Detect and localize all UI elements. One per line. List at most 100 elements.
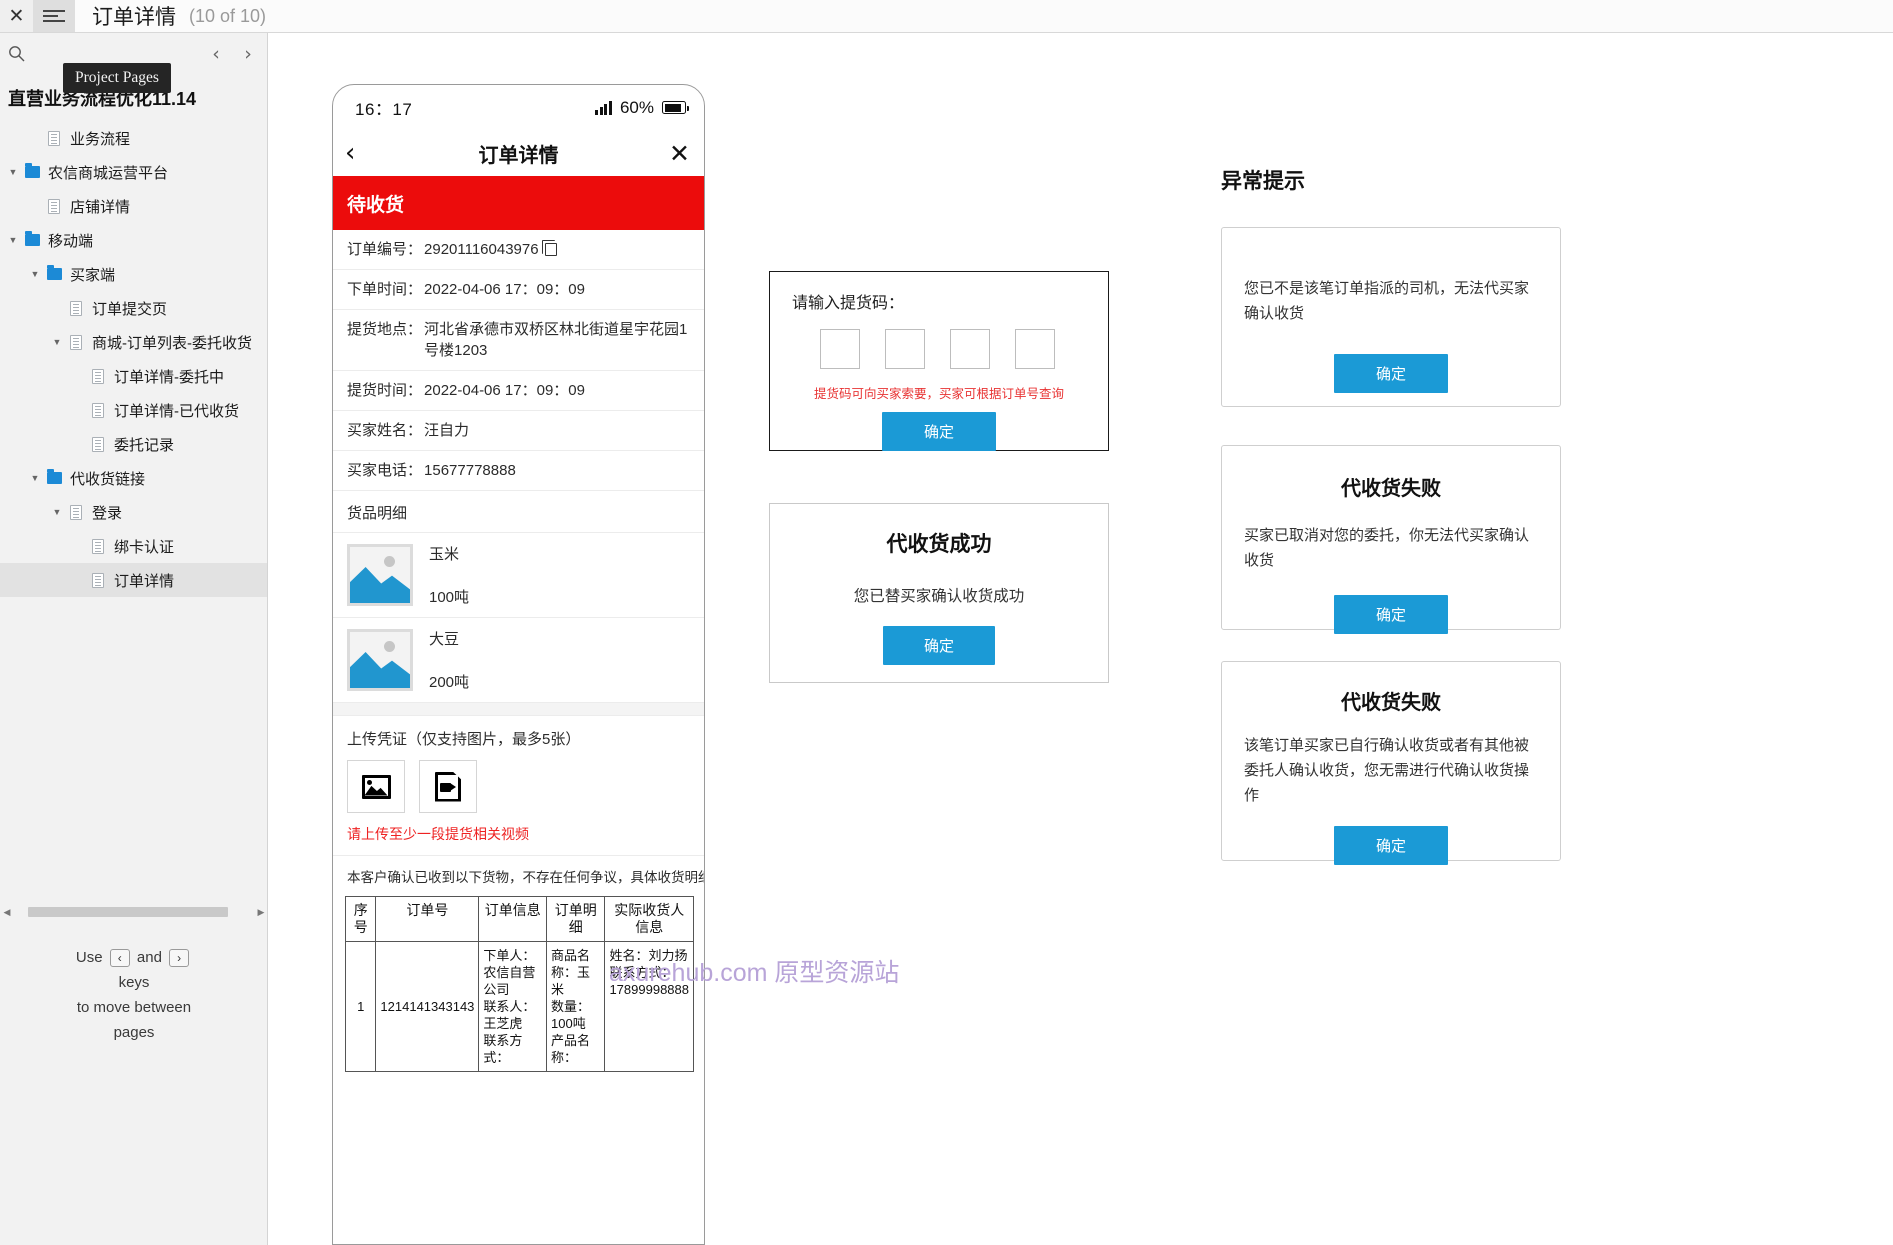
pickup-code-digit-1[interactable] [820,329,860,369]
tree-item-3[interactable]: ▼ 移动端 [0,223,267,257]
tree-item-label: 订单详情 [114,572,175,590]
pickup-code-digit-3[interactable] [950,329,990,369]
tree-item-13[interactable]: ▼订单详情 [0,563,267,597]
phone-page-title: 订单详情 [478,144,559,167]
tree-item-11[interactable]: ▼ 登录 [0,495,267,529]
window-topbar: ✕ 订单详情 (10 of 10) [0,0,1893,33]
tree-item-label: 登录 [92,504,123,522]
horizontal-scrollbar[interactable]: ◀ ▶ [0,901,268,923]
tree-item-2[interactable]: ▼店铺详情 [0,189,267,223]
chevron-down-icon[interactable]: ▼ [4,167,22,177]
image-upload-icon[interactable] [347,760,405,813]
order-info-row: 提货时间： 2022-04-06 17：09：09 [333,371,704,411]
page-icon [66,300,86,316]
table-cell: 1 [344,941,377,1072]
tree-item-6[interactable]: ▼ 商城-订单列表-委托收货 [0,325,267,359]
exception-card-confirm-button[interactable]: 确定 [1334,595,1448,634]
video-upload-icon[interactable] [419,760,477,813]
order-info-key: 提货地点： [347,321,423,338]
scrollbar-thumb[interactable] [28,907,228,917]
order-info-value: 29201116043976 [422,239,690,260]
pickup-code-confirm-button[interactable]: 确定 [882,412,996,451]
tree-item-4[interactable]: ▼ 买家端 [0,257,267,291]
table-cell: 1214141343143 [375,941,480,1072]
close-icon[interactable]: ✕ [0,0,33,32]
order-info-row: 买家电话： 15677778888 [333,451,704,491]
order-info-row: 下单时间： 2022-04-06 17：09：09 [333,270,704,310]
tree-item-1[interactable]: ▼ 农信商城运营平台 [0,155,267,189]
copy-icon[interactable] [541,240,557,256]
chevron-down-icon[interactable]: ▼ [4,235,22,245]
order-info-list: 订单编号： 29201116043976 下单时间： 2022-04-06 17：09… [333,230,704,491]
scroll-right-icon[interactable]: ▶ [254,907,268,918]
hamburger-icon[interactable] [33,0,75,32]
tree-item-label: 业务流程 [70,130,131,148]
scrollbar-track[interactable] [14,907,254,917]
tree-item-label: 代收货链接 [70,470,146,488]
page-icon [88,538,108,554]
pickup-code-inputs [770,313,1108,369]
exception-card-confirm-button[interactable]: 确定 [1334,826,1448,865]
exception-card-body: 您已不是该笔订单指派的司机，无法代买家确认收货 [1244,280,1530,322]
tree-item-label: 订单详情-已代收货 [114,402,239,420]
page-icon [88,572,108,588]
exception-card-confirm-button[interactable]: 确定 [1334,354,1448,393]
upload-caption: 上传凭证（仅支持图片，最多5张） [347,731,581,748]
phone-status-bar: 16：17 60% [333,85,704,130]
tree-item-label: 店铺详情 [70,198,131,216]
tree-item-label: 买家端 [70,266,116,284]
tree-item-0[interactable]: ▼业务流程 [0,121,267,155]
next-page-icon[interactable]: › [237,43,259,65]
hamburger-bar [43,9,65,13]
chevron-down-icon[interactable]: ▼ [26,269,44,279]
goods-item: 玉米 100吨 [333,533,704,618]
chevron-down-icon[interactable]: ▼ [26,473,44,483]
success-dialog-confirm-button[interactable]: 确定 [883,626,995,665]
pickup-code-digit-2[interactable] [885,329,925,369]
tree-item-9[interactable]: ▼委托记录 [0,427,267,461]
section-divider [333,703,704,716]
table-header-cell: 订单号 [375,896,480,942]
order-info-key: 提货时间： [347,382,423,399]
search-icon[interactable] [8,45,25,62]
page-icon [44,130,64,146]
hamburger-bar [43,19,65,23]
upload-warning: 请上传至少一段提货相关视频 [347,826,529,842]
keyboard-hint: Use ‹ and › keys to move between pages [0,945,268,1045]
order-status-banner: 待收货 [333,176,704,230]
table-cell: 姓名：刘力扬 联系方式：17899998888 [604,941,694,1072]
order-info-row: 买家姓名： 汪自力 [333,411,704,451]
phone-mockup: 16：17 60% ‹ 订单详情 ✕ 待收货 订单编号： 292011160439… [332,84,705,1245]
folder-icon [22,163,42,178]
folder-icon [44,265,64,280]
order-info-key: 买家电话： [347,462,423,479]
chevron-down-icon[interactable]: ▼ [48,337,66,347]
tree-item-7[interactable]: ▼订单详情-委托中 [0,359,267,393]
folder-icon [22,231,42,246]
goods-section-label: 货品明细 [333,491,704,533]
back-icon[interactable]: ‹ [345,140,355,166]
tree-item-10[interactable]: ▼ 代收货链接 [0,461,267,495]
order-info-key: 买家姓名： [347,422,423,439]
hint-move: to move between [76,999,192,1016]
tree-item-label: 绑卡认证 [114,538,175,556]
tree-item-5[interactable]: ▼订单提交页 [0,291,267,325]
prev-page-icon[interactable]: ‹ [205,43,227,65]
status-time: 16：17 [355,100,413,119]
table-header-cell: 订单信息 [478,896,548,942]
chevron-down-icon[interactable]: ▼ [48,507,66,517]
goods-qty: 100吨 [429,589,470,606]
order-info-value: 15677778888 [424,462,516,479]
page-icon [44,198,64,214]
hint-keys: keys [118,974,150,991]
pickup-code-digit-4[interactable] [1015,329,1055,369]
tree-item-12[interactable]: ▼绑卡认证 [0,529,267,563]
phone-nav-bar: ‹ 订单详情 ✕ [333,130,704,176]
tree-item-8[interactable]: ▼订单详情-已代收货 [0,393,267,427]
battery-percent: 60% [619,97,654,117]
scroll-left-icon[interactable]: ◀ [0,907,14,918]
exception-card-title: 代收货失败 [1341,478,1441,500]
prototype-canvas: 16：17 60% ‹ 订单详情 ✕ 待收货 订单编号： 292011160439… [269,33,1893,1245]
close-icon[interactable]: ✕ [669,141,690,166]
order-status-text: 待收货 [347,194,405,216]
